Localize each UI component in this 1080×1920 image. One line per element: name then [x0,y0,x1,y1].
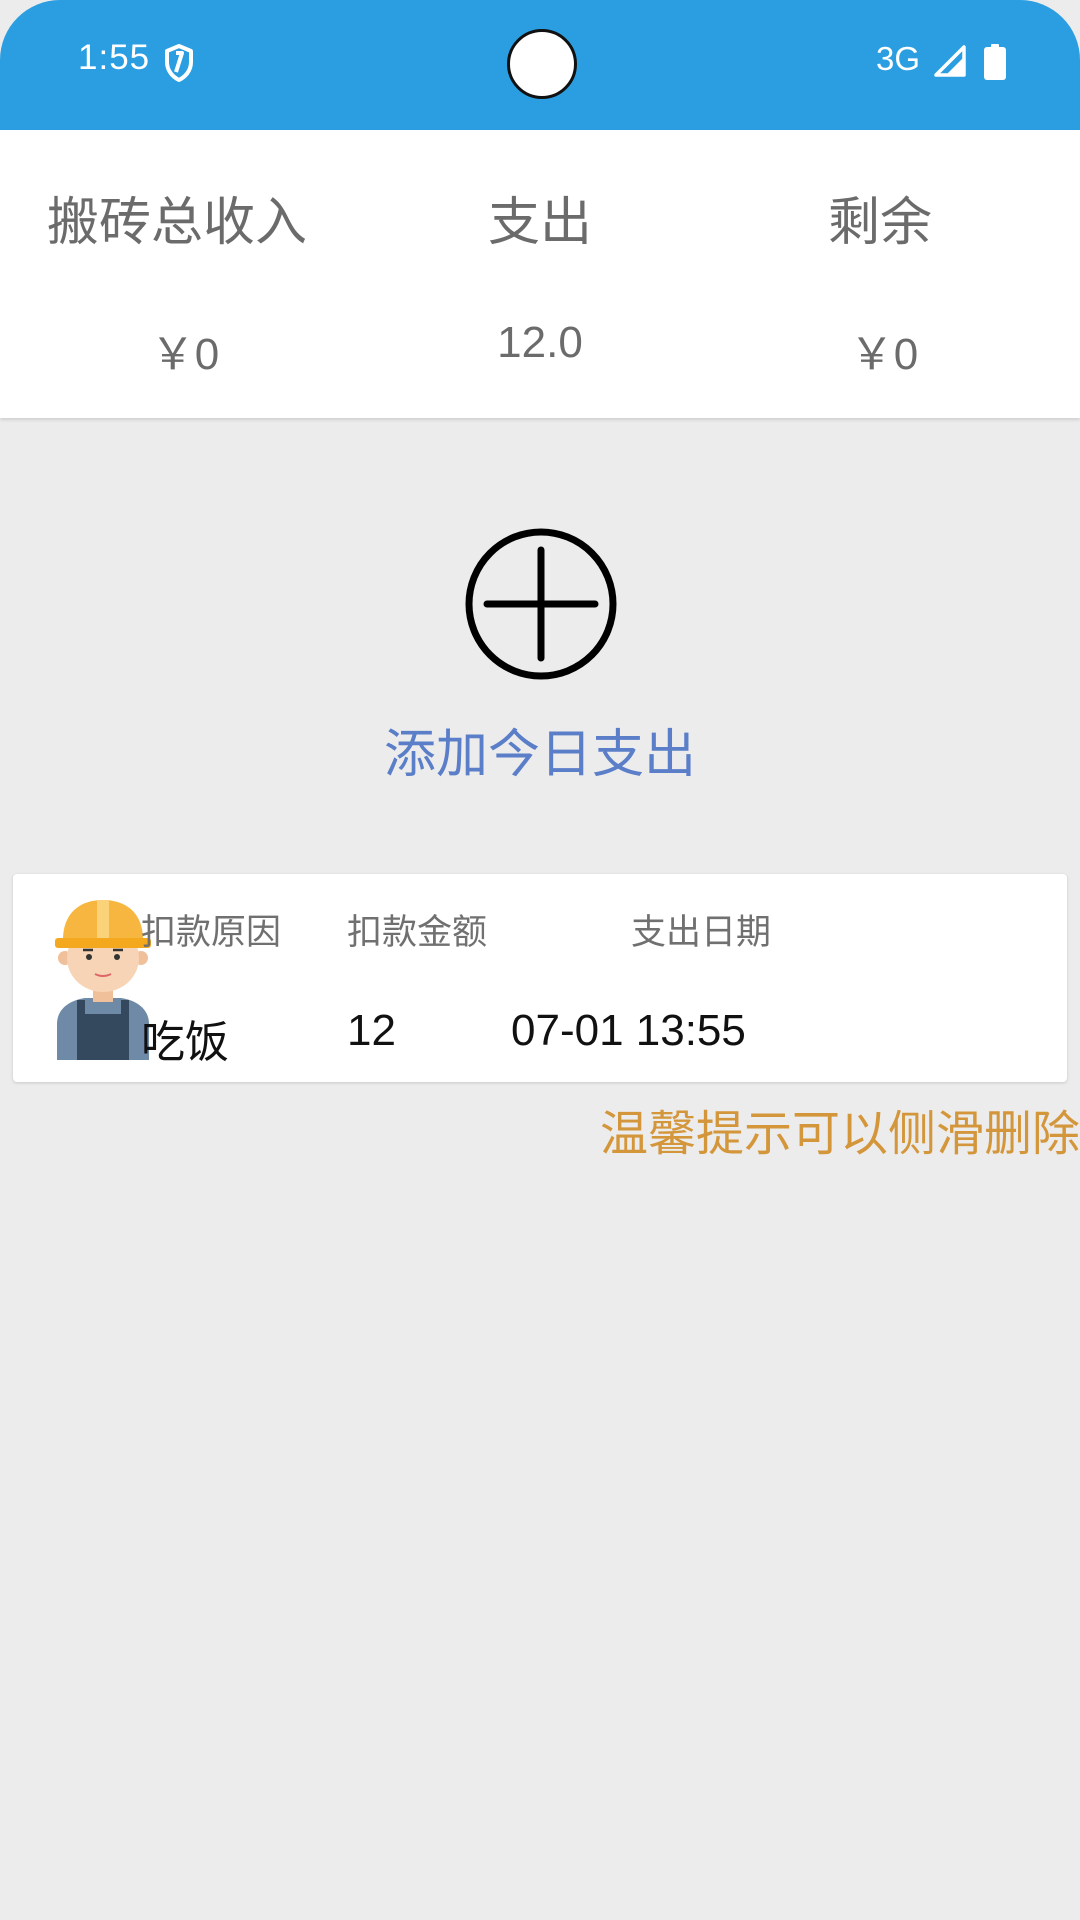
summary-expense: 支出 12.0 [360,130,720,418]
header-date: 支出日期 [631,913,772,953]
summary-income: 搬砖总收入 ￥0 [0,130,360,418]
summary-income-label: 搬砖总收入 [46,193,307,253]
record-reason: 吃饭 [141,1017,229,1068]
status-bar: 1:55 3G [0,0,1080,130]
expense-record-row[interactable]: 扣款原因 扣款金额 支出日期 吃饭 12 07-01 13:55 [13,874,1067,1082]
summary-remaining: 剩余 ￥0 [720,130,1080,418]
signal-icon [934,45,966,77]
summary-remaining-value: ￥0 [849,330,919,379]
add-expense-label[interactable]: 添加今日支出 [360,712,720,787]
header-reason: 扣款原因 [141,913,282,953]
status-time: 1:55 [78,38,151,77]
summary-card: 搬砖总收入 ￥0 支出 12.0 剩余 ￥0 [0,130,1080,418]
battery-icon [984,44,1006,80]
worker-avatar-icon [55,900,151,1060]
summary-income-value: ￥0 [150,330,220,379]
record-amount: 12 [347,1006,396,1055]
camera-cutout [507,29,577,99]
summary-remaining-label: 剩余 [827,193,932,253]
header-amount: 扣款金额 [347,913,488,953]
summary-expense-value: 12.0 [497,318,583,367]
swipe-delete-tip: 温馨提示可以侧滑删除 [599,1106,1080,1162]
app-screen: 1:55 3G 搬砖总收入 ￥0 支出 12.0 剩余 ￥0 添加今日支出 扣款… [0,0,1080,1920]
plus-circle-icon[interactable] [465,528,617,680]
network-type-label: 3G [876,40,921,77]
add-expense-button[interactable]: 添加今日支出 [360,520,720,785]
shield-icon [165,44,193,82]
record-date: 07-01 13:55 [511,1006,746,1055]
summary-expense-label: 支出 [487,193,592,253]
